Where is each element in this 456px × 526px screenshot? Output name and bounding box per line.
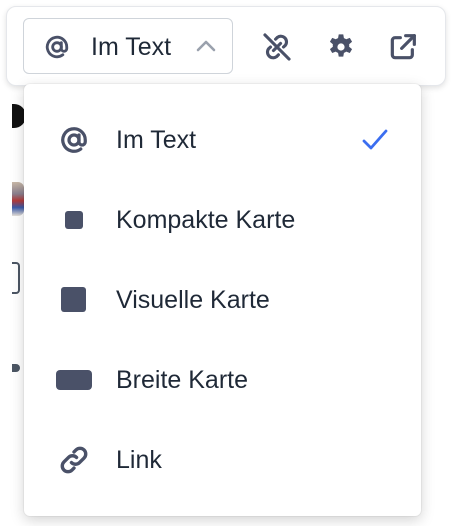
background-card-fragment bbox=[12, 262, 20, 294]
menu-item-link[interactable]: Link bbox=[24, 420, 421, 500]
embed-type-label: Im Text bbox=[91, 33, 172, 61]
editor-canvas: Im Text Im Text Kompakte Karte Visuelle … bbox=[0, 0, 456, 526]
background-image-fragment bbox=[12, 182, 24, 216]
menu-item-kompakte-karte[interactable]: Kompakte Karte bbox=[24, 180, 421, 260]
at-icon bbox=[56, 124, 92, 156]
open-external-button[interactable] bbox=[385, 29, 421, 65]
menu-item-breite-karte[interactable]: Breite Karte bbox=[24, 340, 421, 420]
menu-item-im-text[interactable]: Im Text bbox=[24, 100, 421, 180]
wide-rectangle-icon bbox=[56, 364, 92, 396]
menu-item-visuelle-karte[interactable]: Visuelle Karte bbox=[24, 260, 421, 340]
unlink-icon bbox=[263, 33, 291, 61]
menu-item-label: Kompakte Karte bbox=[116, 206, 296, 234]
link-icon bbox=[56, 444, 92, 476]
menu-item-label: Breite Karte bbox=[116, 366, 249, 394]
embed-toolbar: Im Text bbox=[6, 6, 446, 86]
at-icon bbox=[45, 35, 69, 59]
small-square-icon bbox=[56, 204, 92, 236]
menu-item-label: Im Text bbox=[116, 126, 197, 154]
settings-button[interactable] bbox=[323, 29, 359, 65]
menu-item-label: Visuelle Karte bbox=[116, 286, 270, 314]
external-link-icon bbox=[390, 34, 416, 60]
embed-type-select[interactable]: Im Text bbox=[23, 18, 233, 74]
embed-type-menu: Im Text Kompakte Karte Visuelle Karte Br… bbox=[24, 84, 421, 516]
background-bullet-fragment bbox=[12, 364, 20, 372]
gear-icon bbox=[329, 34, 353, 57]
checkmark-icon bbox=[362, 129, 388, 150]
menu-item-label: Link bbox=[116, 446, 162, 474]
chevron-up-icon bbox=[196, 40, 216, 52]
unlink-button[interactable] bbox=[259, 29, 295, 65]
square-icon bbox=[56, 284, 92, 316]
